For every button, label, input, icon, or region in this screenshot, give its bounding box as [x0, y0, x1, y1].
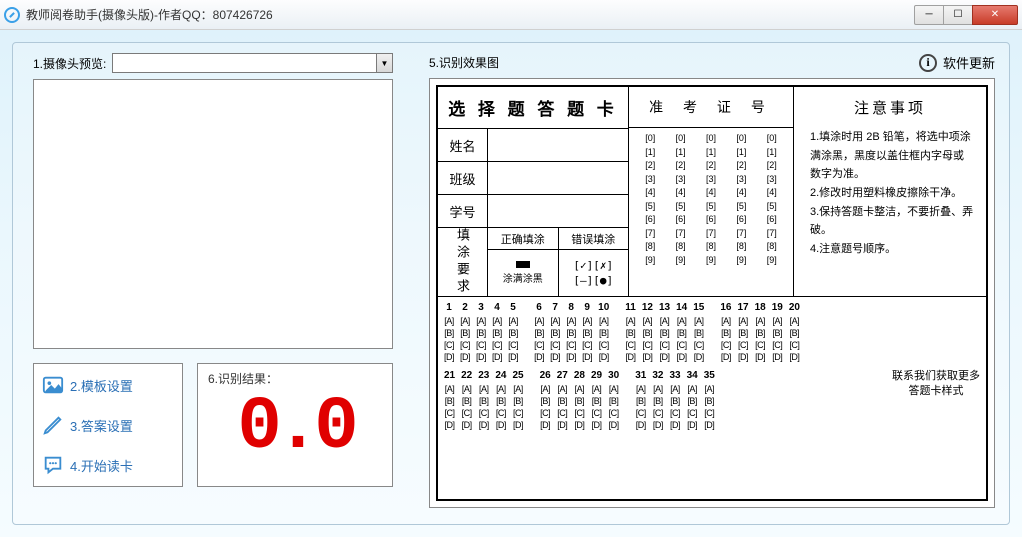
template-settings-button[interactable]: 2.模板设置 — [42, 374, 174, 396]
chat-dots-icon — [42, 454, 64, 476]
notice-title: 注意事项 — [806, 97, 974, 118]
minimize-button[interactable]: ─ — [914, 5, 944, 25]
answer-bubbles: 1[A][B][C][D]2[A][B][C][D]3[A][B][C][D]4… — [438, 297, 986, 435]
score-value: 0.0 — [208, 391, 382, 465]
exam-id-grid: [0][0][0][0][0][1][1][1][1][1][2][2][2][… — [629, 128, 793, 296]
result-image-area: 选 择 题 答 题 卡 姓名 班级 学号 填涂要求 正确填涂 错误填涂 — [429, 78, 995, 508]
app-icon — [4, 7, 20, 23]
camera-preview-label: 1.摄像头预览: — [33, 55, 106, 72]
camera-preview-area — [33, 79, 393, 349]
exam-id-title: 准 考 证 号 — [629, 87, 793, 128]
main-panel: 1.摄像头预览: ▼ 2.模板设置 3.答案设置 — [0, 30, 1022, 537]
chevron-down-icon: ▼ — [376, 54, 392, 72]
maximize-button[interactable]: ☐ — [943, 5, 973, 25]
camera-select[interactable]: ▼ — [112, 53, 393, 73]
answer-settings-button[interactable]: 3.答案设置 — [42, 414, 174, 436]
image-icon — [42, 374, 64, 396]
close-button[interactable]: ✕ — [972, 5, 1018, 25]
score-panel: 6.识别结果： 0.0 — [197, 363, 393, 487]
score-label: 6.识别结果： — [208, 370, 382, 387]
window-title: 教师阅卷助手(摄像头版)-作者QQ：807426726 — [26, 6, 915, 23]
action-button-list: 2.模板设置 3.答案设置 4.开始读卡 — [33, 363, 183, 487]
sheet-title: 选 择 题 答 题 卡 — [438, 87, 628, 129]
title-bar: 教师阅卷助手(摄像头版)-作者QQ：807426726 ─ ☐ ✕ — [0, 0, 1022, 30]
result-image-label: 5.识别效果图 — [429, 54, 499, 71]
pencil-icon — [42, 414, 64, 436]
info-icon: i — [919, 54, 937, 72]
software-update-button[interactable]: i 软件更新 — [919, 53, 995, 72]
start-reading-button[interactable]: 4.开始读卡 — [42, 454, 174, 476]
answer-sheet: 选 择 题 答 题 卡 姓名 班级 学号 填涂要求 正确填涂 错误填涂 — [436, 85, 988, 501]
notice-list: 1.填涂时用 2B 铅笔，将选中项涂满涂黑，黑度以盖住框内字母或数字为准。2.修… — [806, 128, 974, 259]
